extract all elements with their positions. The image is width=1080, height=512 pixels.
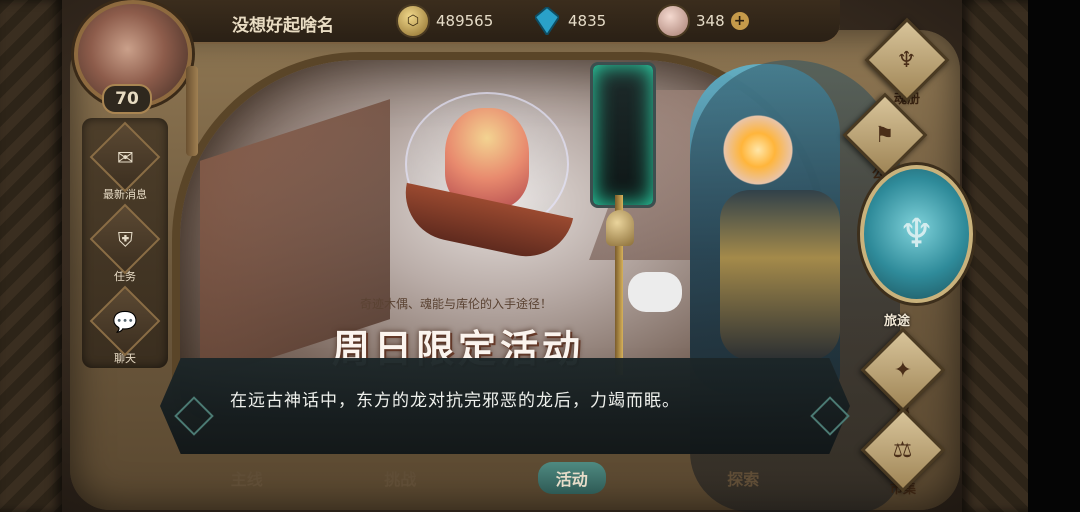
character-face-art <box>718 110 798 190</box>
add-crystal-button[interactable]: + <box>730 12 749 30</box>
journey-icon: ♆ <box>898 211 935 257</box>
resource-coin[interactable]: ⬡ 489565 <box>396 4 494 38</box>
player-level: 70 <box>102 84 152 114</box>
bell-art <box>606 210 634 246</box>
menu-chat[interactable]: 💬 聊天 <box>89 285 161 366</box>
journey-button[interactable]: ♆ <box>860 165 973 303</box>
tab-main[interactable]: 主线 <box>231 466 263 490</box>
menu-soul-book[interactable]: ♆ 魂册 <box>862 17 952 107</box>
left-border <box>0 0 62 512</box>
character-body-art <box>720 190 840 360</box>
bottom-tab-bar: 主线 挑战 活动 探索 <box>170 458 820 498</box>
crystal-value: 348 <box>696 12 725 30</box>
character-hand-art <box>628 272 682 312</box>
menu-quest[interactable]: ⛨ 任务 <box>89 203 161 284</box>
blue-gem-icon <box>532 6 562 36</box>
gem-value: 4835 <box>568 12 607 30</box>
menu-market[interactable]: ⚖ 市集 <box>858 407 948 497</box>
coin-value: 489565 <box>436 12 494 30</box>
news-icon: ✉ <box>89 121 161 193</box>
resource-gem[interactable]: 4835 <box>532 6 606 36</box>
coin-icon: ⬡ <box>396 4 430 38</box>
menu-soul[interactable]: ✦ 魂 <box>858 327 948 417</box>
game-screen: 奇迹木偶、魂能与库伦的入手途径！ 周日限定活动 没想好起啥名 ⬡ 489565 … <box>0 0 1080 512</box>
tab-challenge[interactable]: 挑战 <box>384 466 416 490</box>
crystal-icon <box>656 4 690 38</box>
tab-event[interactable]: 活动 <box>537 462 606 494</box>
lantern-art <box>590 62 656 208</box>
dialogue-text: 在远古神话中，东方的龙对抗完邪恶的龙后，力竭而眠。 <box>230 391 680 411</box>
chat-icon: 💬 <box>89 285 161 357</box>
hook-decoration <box>186 66 198 156</box>
player-name[interactable]: 没想好起啥名 <box>232 11 334 36</box>
tab-explore[interactable]: 探索 <box>727 466 759 490</box>
journey-label: 旅途 <box>884 314 911 329</box>
right-border <box>962 0 1080 512</box>
quest-icon: ⛨ <box>89 203 161 275</box>
screen-edge <box>1028 0 1080 512</box>
menu-news[interactable]: ✉ 最新消息 <box>89 121 161 202</box>
event-subtitle: 奇迹木偶、魂能与库伦的入手途径！ <box>360 297 553 311</box>
resource-crystal[interactable]: 348 + <box>656 4 749 38</box>
